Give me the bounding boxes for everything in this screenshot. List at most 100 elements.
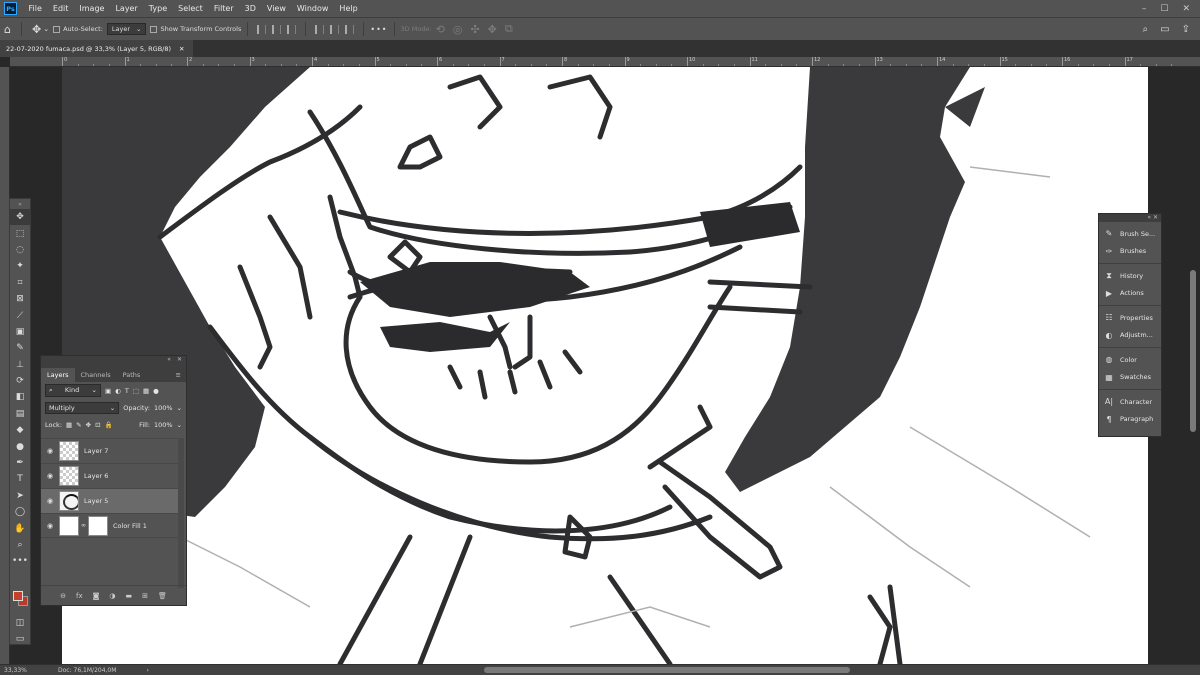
marquee-tool-icon[interactable]: ⬚ (10, 225, 30, 241)
home-icon[interactable]: ⌂ (4, 23, 11, 36)
panel-properties[interactable]: ☷ Properties (1099, 309, 1161, 327)
eraser-tool-icon[interactable]: ◧ (10, 389, 30, 405)
opacity-value[interactable]: 100% (154, 404, 173, 412)
lock-position-icon[interactable]: ✥ (86, 421, 91, 429)
menu-filter[interactable]: Filter (208, 4, 239, 13)
minimize-button[interactable]: – (1142, 4, 1147, 14)
menu-window[interactable]: Window (291, 4, 334, 13)
close-icon[interactable]: ✕ (1153, 214, 1158, 221)
collapse-icon[interactable]: « (1147, 214, 1151, 221)
zoom-level[interactable]: 33,33% (4, 667, 54, 674)
filter-toggle-icon[interactable]: ● (153, 387, 159, 395)
path-selection-tool-icon[interactable]: ➤ (10, 488, 30, 504)
blur-tool-icon[interactable]: ◆ (10, 422, 30, 438)
canvas-area[interactable] (10, 67, 1200, 664)
lock-artboard-icon[interactable]: ⊡ (95, 421, 100, 429)
collapse-icon[interactable]: « (167, 356, 171, 364)
magic-wand-tool-icon[interactable]: ✦ (10, 258, 30, 274)
panel-adjustments[interactable]: ◐ Adjustm... (1099, 327, 1161, 345)
align-top-icon[interactable] (315, 24, 325, 34)
maximize-button[interactable]: ☐ (1160, 4, 1168, 14)
dodge-tool-icon[interactable]: ● (10, 438, 30, 454)
3d-slide-icon[interactable]: ✥ (488, 23, 497, 36)
hand-tool-icon[interactable]: ✋ (10, 520, 30, 536)
crop-tool-icon[interactable]: ⌗ (10, 275, 30, 291)
filter-adjustment-icon[interactable]: ◐ (115, 387, 121, 395)
align-middle-icon[interactable] (330, 24, 340, 34)
chevron-down-icon[interactable]: ⌄ (177, 404, 182, 412)
quick-mask-icon[interactable]: ◫ (10, 615, 30, 631)
layer-row-color-fill-1[interactable]: ◉ ∞ Color Fill 1 (41, 513, 178, 538)
workspace-icon[interactable]: ▭ (1160, 24, 1169, 35)
blend-mode-dropdown[interactable]: Multiply ⌄ (45, 401, 120, 414)
add-mask-icon[interactable]: ◙ (93, 592, 100, 600)
3d-roll-icon[interactable]: ◎ (453, 23, 463, 36)
transform-controls-checkbox[interactable] (150, 25, 158, 33)
new-layer-icon[interactable]: ⊞ (142, 592, 148, 600)
3d-pan-icon[interactable]: ✣ (470, 23, 479, 36)
history-brush-tool-icon[interactable]: ⟳ (10, 373, 30, 389)
pen-tool-icon[interactable]: ✒ (10, 455, 30, 471)
search-icon[interactable]: ⌕ (1143, 24, 1149, 35)
panel-menu-icon[interactable]: ≡ (171, 368, 186, 382)
menu-file[interactable]: File (23, 4, 47, 13)
link-layers-icon[interactable]: ⊖ (60, 592, 66, 600)
panel-paragraph[interactable]: ¶ Paragraph (1099, 411, 1161, 429)
lock-transparent-icon[interactable]: ▦ (66, 421, 72, 429)
eyedropper-tool-icon[interactable]: ⟋ (10, 307, 30, 323)
status-menu-arrow[interactable]: › (146, 667, 148, 674)
lasso-tool-icon[interactable]: ◌ (10, 242, 30, 258)
visibility-eye-icon[interactable]: ◉ (41, 472, 59, 480)
visibility-eye-icon[interactable]: ◉ (41, 522, 59, 530)
tab-paths[interactable]: Paths (117, 368, 147, 382)
auto-select-dropdown[interactable]: Layer ⌄ (106, 23, 147, 35)
share-icon[interactable]: ⇪ (1182, 24, 1190, 35)
tools-collapse-icon[interactable]: » (10, 199, 30, 209)
panel-actions[interactable]: ▶ Actions (1099, 285, 1161, 303)
screen-mode-icon[interactable]: ▭ (10, 631, 30, 647)
menu-edit[interactable]: Edit (47, 4, 74, 13)
type-tool-icon[interactable]: T (10, 471, 30, 487)
fx-icon[interactable]: fx (76, 592, 83, 600)
brush-tool-icon[interactable]: ✎ (10, 340, 30, 356)
menu-type[interactable]: Type (143, 4, 172, 13)
horizontal-scrollbar[interactable] (484, 667, 850, 673)
chevron-down-icon[interactable]: ⌄ (177, 421, 182, 429)
document-tab[interactable]: 22-07-2020 fumaca.psd @ 33,3% (Layer 5, … (0, 40, 193, 57)
filter-smart-object-icon[interactable]: ▦ (143, 387, 149, 395)
menu-3d[interactable]: 3D (239, 4, 261, 13)
layer-row-layer-6[interactable]: ◉ Layer 6 (41, 463, 178, 488)
auto-select-checkbox[interactable] (53, 25, 61, 33)
healing-tool-icon[interactable]: ▣ (10, 324, 30, 340)
layer-row-layer-5[interactable]: ◉ Layer 5 (41, 488, 178, 513)
filter-kind-dropdown[interactable]: ⌕ Kind ⌄ (45, 384, 101, 397)
lock-all-icon[interactable]: 🔒 (105, 421, 113, 429)
delete-layer-icon[interactable]: 🗑 (158, 592, 167, 600)
menu-image[interactable]: Image (74, 4, 110, 13)
vertical-scrollbar[interactable] (1190, 270, 1196, 432)
lock-image-icon[interactable]: ✎ (76, 421, 81, 429)
panel-color[interactable]: ◍ Color (1099, 351, 1161, 369)
menu-view[interactable]: View (261, 4, 291, 13)
visibility-eye-icon[interactable]: ◉ (41, 447, 59, 455)
layers-scrollbar[interactable] (178, 438, 184, 588)
filter-pixel-icon[interactable]: ▣ (105, 387, 111, 395)
adjustment-layer-icon[interactable]: ◑ (109, 592, 115, 600)
more-tools-icon[interactable]: ••• (10, 553, 30, 569)
align-center-icon[interactable] (272, 24, 282, 34)
frame-tool-icon[interactable]: ⊠ (10, 291, 30, 307)
panel-history[interactable]: ⧗ History (1099, 267, 1161, 285)
stamp-tool-icon[interactable]: ⊥ (10, 357, 30, 373)
foreground-color-swatch[interactable] (13, 591, 23, 601)
zoom-tool-icon[interactable]: ⌕ (10, 537, 30, 553)
ellipse-tool-icon[interactable]: ◯ (10, 504, 30, 520)
3d-scale-icon[interactable]: ⧉ (505, 22, 513, 36)
tab-channels[interactable]: Channels (75, 368, 117, 382)
tab-layers[interactable]: Layers (41, 368, 75, 382)
panel-swatches[interactable]: ▦ Swatches (1099, 369, 1161, 387)
visibility-eye-icon[interactable]: ◉ (41, 497, 59, 505)
panel-brush-settings[interactable]: ✎ Brush Se... (1099, 225, 1161, 243)
menu-layer[interactable]: Layer (110, 4, 143, 13)
tool-preset-chevron-icon[interactable]: ⌄ (43, 25, 49, 33)
more-options-button[interactable]: ••• (370, 25, 387, 34)
